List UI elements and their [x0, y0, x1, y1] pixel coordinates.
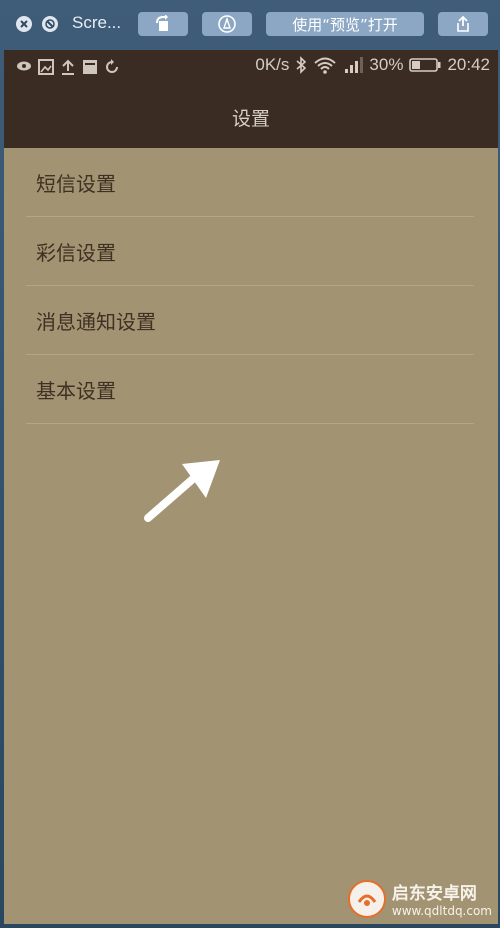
upload-icon: [62, 59, 74, 75]
settings-item-mms[interactable]: 彩信设置: [26, 217, 474, 286]
notification-icons: [16, 59, 120, 75]
markup-pen-icon: [218, 15, 236, 33]
battery-percent: 30%: [369, 55, 404, 74]
settings-item-label: 基本设置: [36, 378, 116, 403]
settings-item-basic[interactable]: 基本设置: [26, 355, 474, 424]
clock: 20:42: [447, 55, 490, 74]
bluetooth-icon: [296, 56, 307, 74]
box-icon: [83, 60, 97, 74]
share-button[interactable]: [438, 12, 488, 36]
page-title: 设置: [231, 108, 270, 130]
quicklook-window: Scre... 使用“预览”打开 0K/s 30% 20:42 设置 短信设置 …: [0, 0, 500, 928]
status-bar: 0K/s 30% 20:42: [4, 50, 498, 84]
markup-button[interactable]: [202, 12, 252, 36]
rotate-button[interactable]: [138, 12, 188, 36]
settings-item-label: 彩信设置: [36, 240, 116, 265]
battery-icon: [409, 58, 441, 72]
share-icon: [457, 15, 469, 32]
refresh-icon: [106, 59, 118, 73]
watermark: 启东安卓网 www.qdltdq.com: [347, 879, 492, 918]
watermark-brand: 启东安卓网: [391, 884, 477, 904]
wifi-icon: [314, 57, 337, 74]
image-icon: [38, 59, 54, 75]
watermark-text: 启东安卓网 www.qdltdq.com: [392, 879, 492, 918]
app-bar: 设置: [4, 84, 498, 148]
settings-item-label: 短信设置: [36, 171, 116, 196]
phone-screen: 0K/s 30% 20:42 设置 短信设置 彩信设置 消息通知设置 基本设置: [4, 50, 498, 924]
watermark-logo-icon: [347, 879, 386, 918]
eye-icon: [17, 61, 31, 71]
settings-list: 短信设置 彩信设置 消息通知设置 基本设置: [26, 148, 474, 424]
fullscreen-icon[interactable]: [42, 16, 58, 32]
file-title: Scre...: [72, 13, 122, 32]
settings-item-sms[interactable]: 短信设置: [26, 148, 474, 217]
annotation-arrow-icon: [144, 460, 220, 522]
rotate-icon: [156, 15, 168, 31]
close-icon[interactable]: [16, 16, 32, 32]
watermark-url: www.qdltdq.com: [391, 904, 492, 918]
network-speed: 0K/s: [255, 55, 290, 74]
settings-item-notification[interactable]: 消息通知设置: [26, 286, 474, 355]
quicklook-toolbar: Scre... 使用“预览”打开: [0, 0, 500, 48]
status-right: 0K/s 30% 20:42: [255, 55, 490, 75]
settings-item-label: 消息通知设置: [36, 309, 156, 334]
signal-icon: [345, 57, 364, 73]
open-with-preview-button[interactable]: 使用“预览”打开: [266, 12, 424, 36]
